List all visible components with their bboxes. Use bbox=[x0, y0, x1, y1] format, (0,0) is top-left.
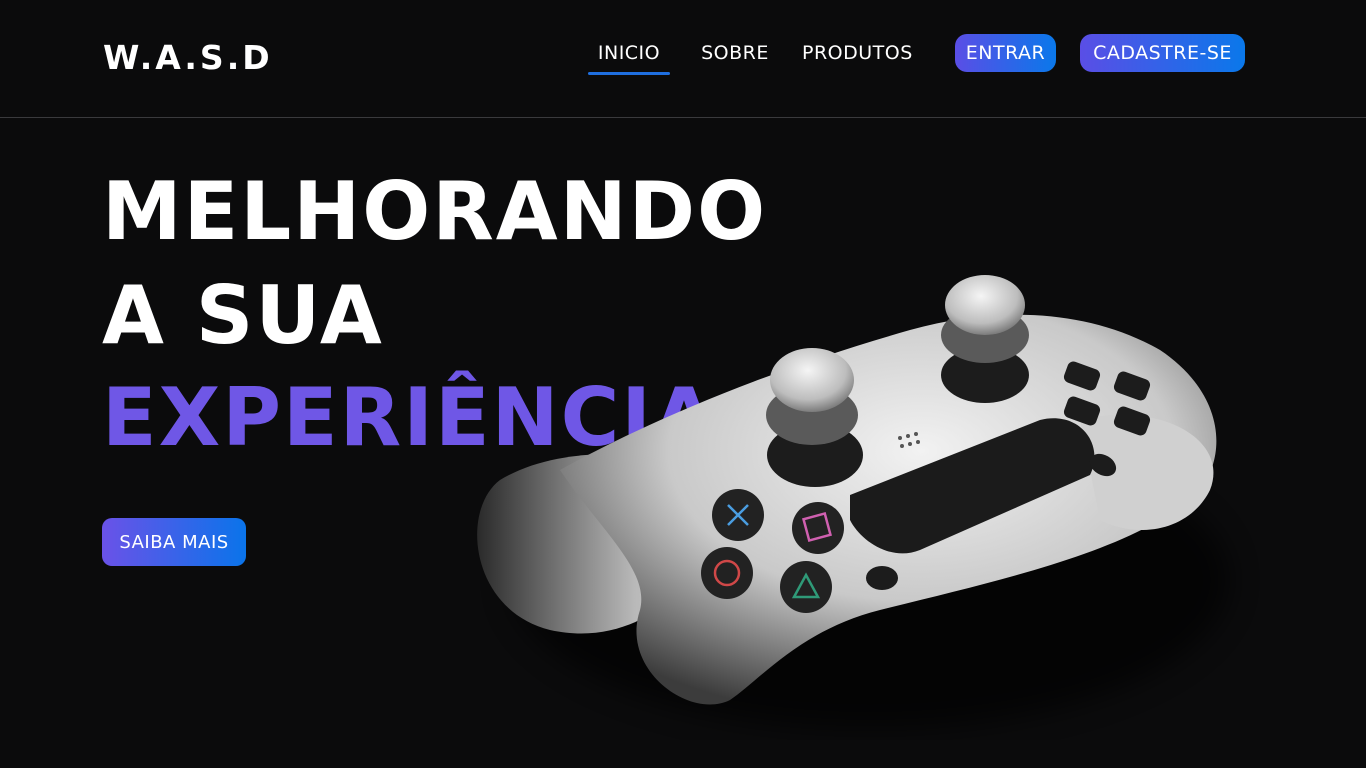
saiba-mais-button[interactable]: SAIBA MAIS bbox=[102, 518, 246, 566]
logo[interactable]: W.A.S.D bbox=[103, 38, 273, 77]
hero-line-2: A SUA bbox=[102, 269, 384, 362]
site-header: W.A.S.D INICIO SOBRE PRODUTOS ENTRAR CAD… bbox=[0, 0, 1366, 118]
nav-link-produtos[interactable]: PRODUTOS bbox=[802, 34, 912, 74]
login-button[interactable]: ENTRAR bbox=[955, 34, 1056, 72]
game-controller-icon bbox=[477, 275, 1230, 730]
nav-link-sobre[interactable]: SOBRE bbox=[698, 34, 772, 74]
signup-button[interactable]: CADASTRE-SE bbox=[1080, 34, 1245, 72]
hero-line-1: MELHORANDO bbox=[102, 165, 768, 258]
nav-link-inicio[interactable]: INICIO bbox=[588, 34, 670, 75]
main-nav: INICIO SOBRE PRODUTOS bbox=[588, 34, 918, 75]
